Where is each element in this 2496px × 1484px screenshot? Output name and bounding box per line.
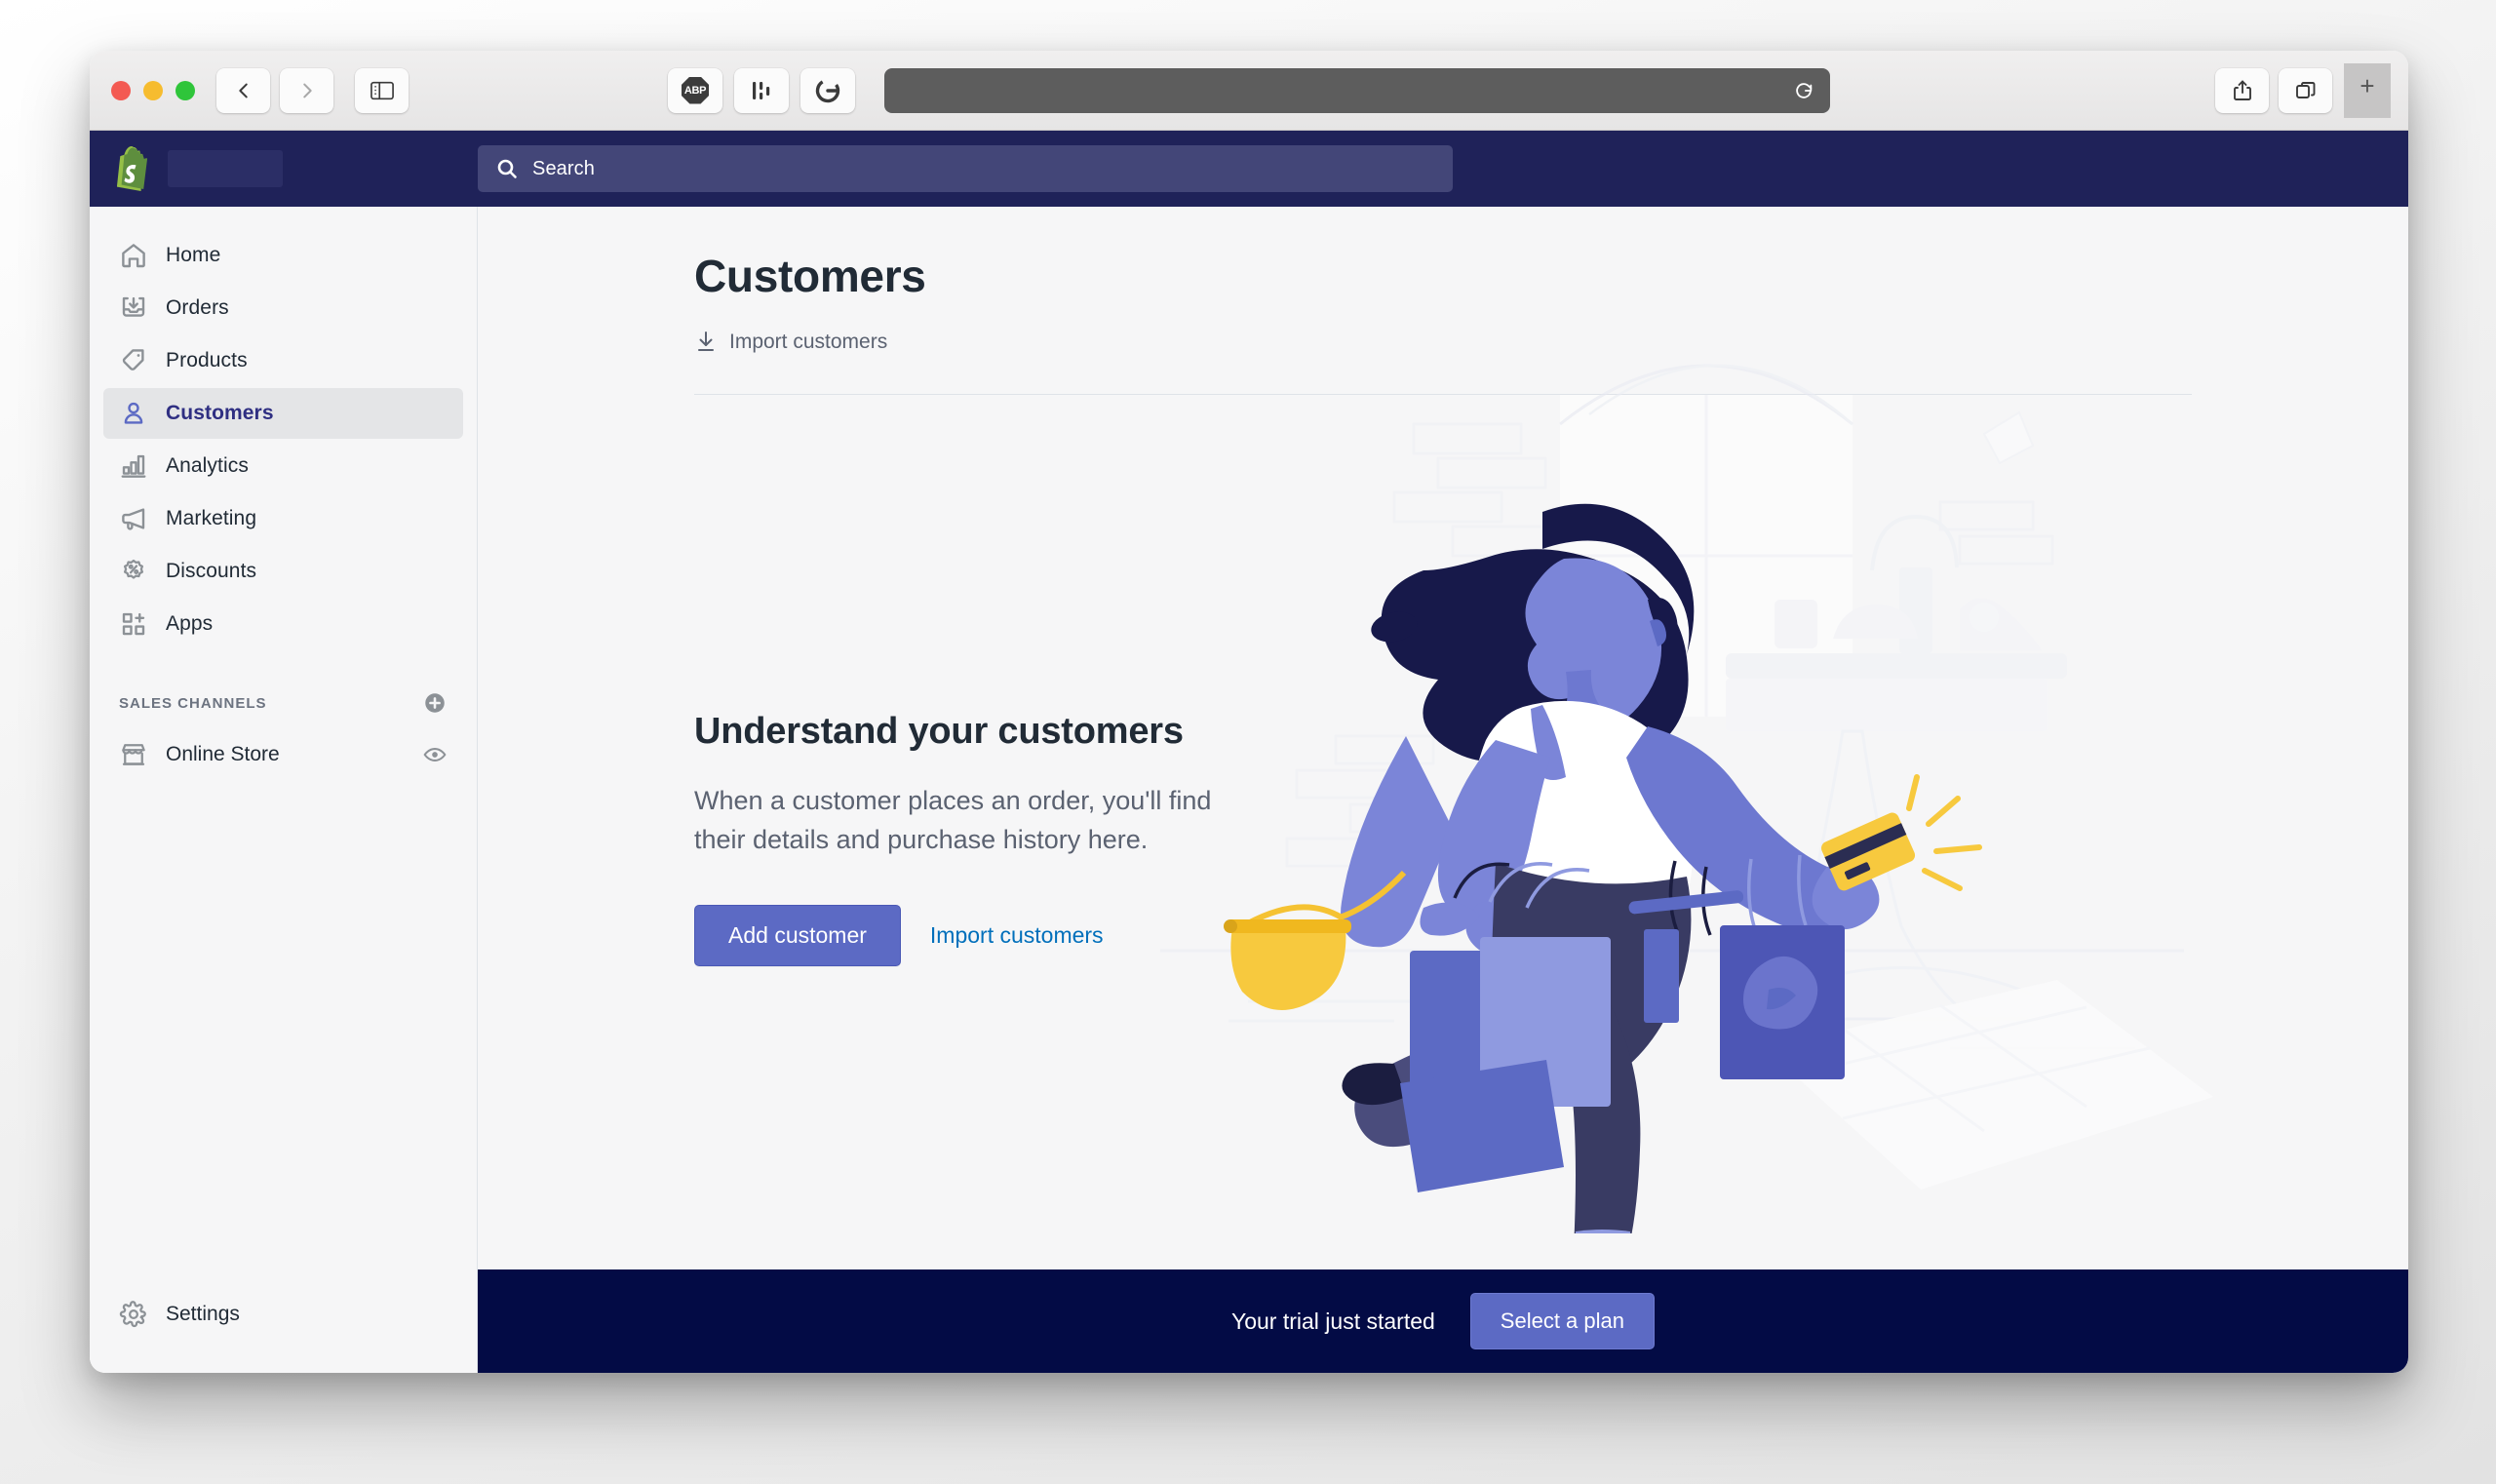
bar-chart-icon (121, 454, 146, 478)
sidebar-item-label: Apps (166, 612, 214, 635)
reload-icon[interactable] (1793, 80, 1814, 101)
apps-icon (122, 612, 145, 636)
browser-toolbar: ABP + (90, 51, 2408, 131)
sidebar-item-label: Orders (166, 296, 229, 319)
sidebar-item-label: Customers (166, 402, 274, 424)
megaphone-icon (122, 508, 145, 530)
sparkle-icon (1906, 774, 1982, 891)
home-icon (122, 244, 145, 268)
toolbar-right-actions: + (2215, 62, 2391, 118)
sidebar-item-orders[interactable]: Orders (103, 283, 463, 333)
sidebar-item-label: Discounts (166, 560, 257, 582)
sidebar-navigation: Home Orders Products Customers Analytics… (90, 207, 478, 1373)
storefront-icon (122, 744, 145, 765)
sidebar-item-customers[interactable]: Customers (103, 388, 463, 439)
extension-adblock-plus-button[interactable]: ABP (668, 67, 722, 113)
import-customers-header-link[interactable]: Import customers (694, 330, 887, 355)
trial-banner: Your trial just started Select a plan (478, 1269, 2408, 1373)
main-inner: Customers Import customers Understand yo… (478, 207, 2408, 1269)
close-window-button[interactable] (111, 80, 131, 100)
eye-icon[interactable] (422, 742, 448, 767)
window-controls (111, 80, 195, 100)
sidebar-toggle-group (355, 67, 409, 113)
discount-icon (124, 559, 143, 579)
tag-icon (122, 349, 144, 371)
tab-overview-button[interactable] (2279, 67, 2332, 113)
sales-channels-title: SALES CHANNELS (119, 694, 267, 712)
minimize-window-button[interactable] (143, 80, 163, 100)
sidebar-item-home[interactable]: Home (103, 230, 463, 281)
main-content: Customers Import customers Understand yo… (478, 207, 2408, 1373)
import-customers-label: Import customers (729, 331, 888, 353)
empty-state-heading: Understand your customers (694, 711, 1184, 753)
shopify-logo[interactable] (111, 146, 150, 191)
illustration-background (1160, 364, 2213, 1190)
empty-state-copy: Understand your customers When a custome… (694, 695, 1240, 966)
sales-channels-header: SALES CHANNELS (90, 686, 477, 720)
sidebar-toggle-icon (370, 81, 394, 99)
extension-grammarly-button[interactable] (800, 67, 855, 113)
extension-columns-button[interactable] (734, 67, 789, 113)
sidebar-item-analytics[interactable]: Analytics (103, 441, 463, 491)
browser-window: ABP + Search Home Orders Products Custom… (90, 51, 2408, 1373)
sidebar-item-discounts[interactable]: Discounts (103, 546, 463, 597)
gear-icon (119, 1301, 146, 1328)
back-icon (238, 83, 248, 98)
customers-empty-state: Understand your customers When a custome… (478, 364, 2408, 1233)
columns-extension-icon (753, 81, 770, 99)
grammarly-extension-icon (815, 78, 840, 102)
adblock-plus-icon: ABP (682, 76, 709, 104)
sidebar-item-marketing[interactable]: Marketing (103, 493, 463, 544)
address-bar[interactable] (884, 67, 1830, 113)
toolbar-center: ABP (668, 67, 1830, 113)
import-customers-link[interactable]: Import customers (930, 922, 1104, 949)
sidebar-item-products[interactable]: Products (103, 335, 463, 386)
share-button[interactable] (2215, 67, 2269, 113)
add-customer-button[interactable]: Add customer (694, 904, 901, 966)
channel-label: Online Store (166, 743, 280, 765)
tabs-icon (2295, 81, 2315, 98)
sidebar-item-label: Marketing (166, 507, 257, 529)
trial-message: Your trial just started (1230, 1308, 1435, 1334)
sidebar-item-apps[interactable]: Apps (103, 599, 463, 649)
sidebar-item-online-store[interactable]: Online Store (103, 729, 463, 780)
page-title: Customers (694, 251, 926, 301)
select-a-plan-button[interactable]: Select a plan (1469, 1293, 1655, 1349)
share-icon (2233, 80, 2251, 100)
plus-circle-icon[interactable] (422, 690, 448, 716)
orders-icon (122, 296, 145, 317)
sidebar-toggle-button[interactable] (355, 67, 409, 113)
shopify-brand-area (90, 146, 478, 191)
shopify-admin-page: Search Home Orders Products Customers An… (90, 131, 2408, 1373)
maximize-window-button[interactable] (176, 80, 195, 100)
back-button[interactable] (216, 67, 270, 113)
empty-state-actions: Add customer Import customers (694, 904, 1240, 966)
shopify-top-bar: Search (90, 131, 2408, 207)
woman-shopping-bags-illustration (1160, 364, 2213, 1233)
page-body: Home Orders Products Customers Analytics… (90, 207, 2408, 1373)
new-tab-button[interactable]: + (2344, 62, 2391, 118)
page-header: Customers Import customers (478, 250, 2408, 355)
person-icon (124, 402, 143, 424)
sidebar-item-settings[interactable]: Settings (103, 1289, 463, 1340)
store-name-redacted (168, 150, 283, 187)
forward-button[interactable] (280, 67, 333, 113)
illustration-figure (1224, 503, 1982, 1233)
search-input[interactable]: Search (478, 145, 1453, 192)
settings-label: Settings (166, 1303, 240, 1325)
sidebar-item-label: Analytics (166, 454, 249, 477)
nav-buttons (216, 67, 333, 113)
sidebar-item-list: Home Orders Products Customers Analytics… (90, 230, 477, 651)
search-icon (497, 159, 517, 178)
sidebar-item-label: Products (166, 349, 248, 371)
empty-state-body: When a customer places an order, you'll … (694, 786, 1212, 854)
sidebar-item-label: Home (166, 244, 221, 266)
search-placeholder: Search (532, 157, 595, 179)
import-icon (698, 332, 714, 351)
forward-icon (302, 83, 312, 98)
